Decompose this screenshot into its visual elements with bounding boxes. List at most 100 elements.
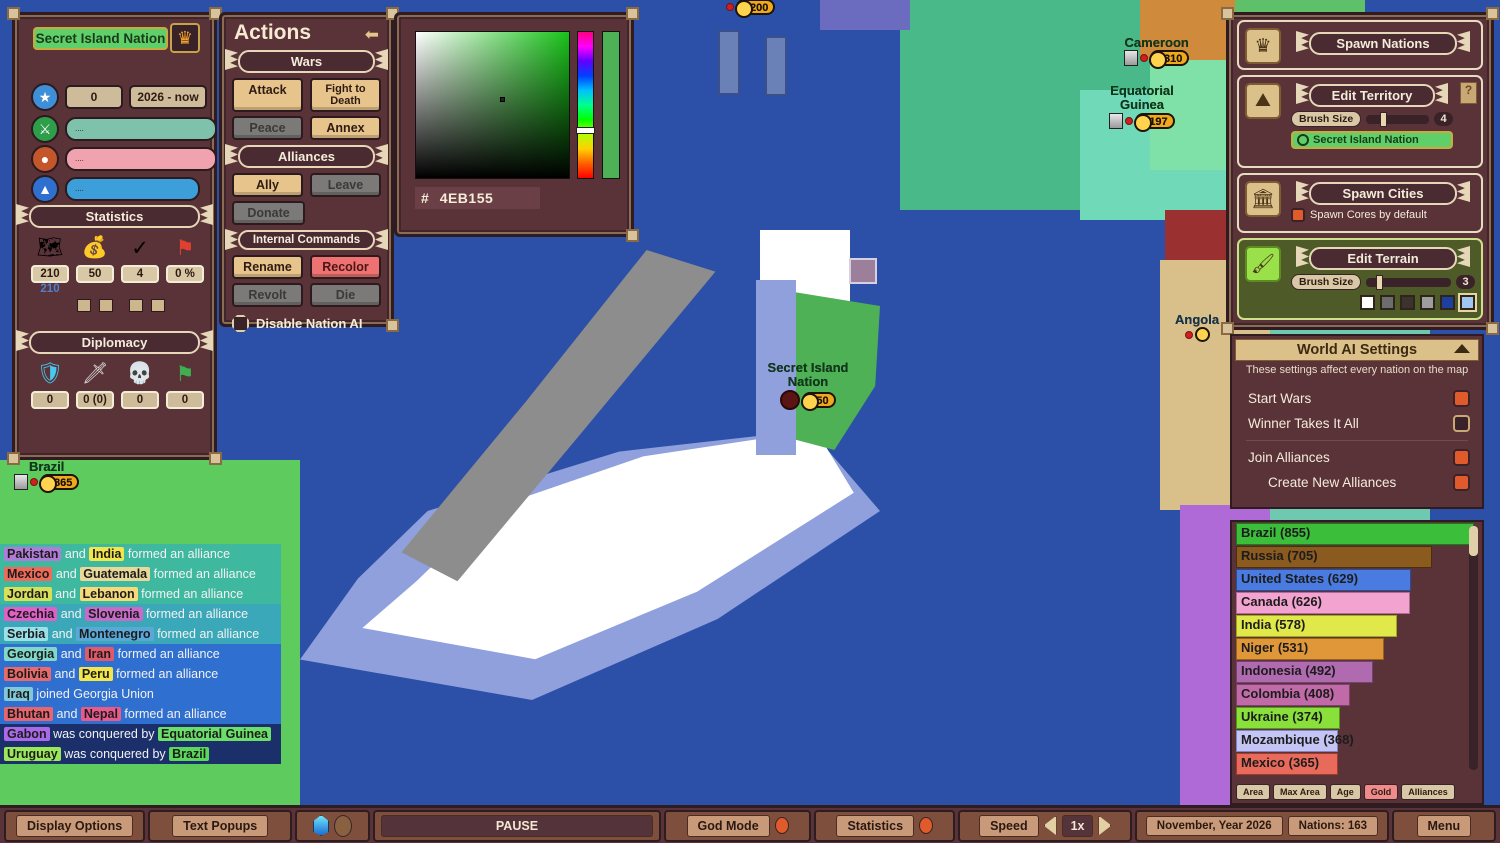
disable-nation-ai-toggle[interactable]: Disable Nation AI (232, 315, 381, 332)
world-ai-setting-row[interactable]: Start Wars (1232, 386, 1482, 411)
collapse-triangle-icon[interactable] (1454, 344, 1470, 353)
leaderboard-tab-gold[interactable]: Gold (1363, 784, 1399, 800)
gem-icon[interactable] (313, 815, 330, 836)
leaderboard-tab-max-area[interactable]: Max Area (1273, 784, 1327, 800)
stat-toggle-box[interactable] (77, 299, 91, 312)
tool-edit-terrain[interactable]: 🖌 Edit Terrain Brush Size 3 (1237, 238, 1483, 320)
leaderboard-row[interactable]: Mexico (365) (1236, 753, 1474, 775)
spawn-cores-toggle[interactable]: Spawn Cores by default (1291, 208, 1475, 222)
hue-slider[interactable] (577, 31, 594, 179)
menu-button[interactable]: Menu (1416, 814, 1472, 837)
arrow-right-icon[interactable] (1098, 815, 1112, 836)
leaderboard-row[interactable]: Russia (705) (1236, 546, 1474, 568)
collapse-arrow-icon[interactable]: ⬅ (365, 25, 379, 45)
checkbox-icon[interactable] (1291, 208, 1305, 222)
leaderboard-scrollbar[interactable] (1469, 526, 1478, 770)
octagon-checkbox-icon[interactable] (232, 315, 249, 332)
world-ai-setting-row[interactable]: Winner Takes It All (1232, 411, 1482, 436)
display-options-group[interactable]: Display Options (4, 809, 146, 842)
leave-button[interactable]: Leave (310, 173, 381, 197)
leaderboard-row[interactable]: United States (629) (1236, 569, 1474, 591)
text-popups-button[interactable]: Text Popups (172, 814, 269, 837)
leaderboard-row[interactable]: Brazil (855) (1236, 523, 1474, 545)
leaderboard-row[interactable]: Mozambique (368) (1236, 730, 1474, 752)
crown-icon[interactable]: ♛ (170, 23, 200, 53)
leaderboard-row[interactable]: Ukraine (374) (1236, 707, 1474, 729)
question-mark-icon[interactable]: ? (1460, 82, 1477, 104)
hue-slider-handle[interactable] (576, 127, 595, 134)
ally-button[interactable]: Ally (232, 173, 303, 197)
stat-toggle-box[interactable] (151, 299, 165, 312)
brush-size-slider[interactable] (1366, 274, 1451, 290)
menu-group[interactable]: Menu (1391, 809, 1497, 842)
speed-group[interactable]: Speed 1x (958, 809, 1133, 842)
arrow-left-icon[interactable] (1043, 815, 1057, 836)
statistics-button[interactable]: Statistics (836, 814, 915, 837)
donate-button[interactable]: Donate (232, 201, 305, 225)
leaderboard-rows[interactable]: Brazil (855) Russia (705) United States (6… (1232, 523, 1482, 775)
display-options-button[interactable]: Display Options (16, 814, 134, 837)
attack-button[interactable]: Attack (232, 78, 303, 112)
slider-knob[interactable] (1376, 274, 1384, 290)
leaderboard-tab-area[interactable]: Area (1236, 784, 1271, 800)
leaderboard-row[interactable]: Canada (626) (1236, 592, 1474, 614)
panel-corner (1221, 7, 1234, 20)
nation-name-field[interactable]: Secret Island Nation (33, 27, 168, 50)
toggle-icon[interactable] (1453, 449, 1470, 466)
terrain-swatch-row[interactable] (1291, 295, 1475, 310)
recolor-button[interactable]: Recolor (310, 255, 381, 279)
world-ai-setting-row[interactable]: Create New Alliances (1232, 470, 1482, 495)
text-popups-group[interactable]: Text Popups (148, 809, 293, 842)
orb-icon[interactable] (919, 817, 934, 834)
stat-toggle-box[interactable] (99, 299, 113, 312)
territory-brush-size-row[interactable]: Brush Size 4 (1291, 111, 1453, 127)
rename-button[interactable]: Rename (232, 255, 303, 279)
terrain-swatch[interactable] (1460, 295, 1475, 310)
brush-size-slider[interactable] (1366, 111, 1429, 127)
date-nations-group: November, Year 2026 Nations: 163 (1135, 809, 1389, 842)
god-mode-button[interactable]: God Mode (686, 814, 770, 837)
god-mode-group[interactable]: God Mode (664, 809, 812, 842)
terrain-brush-size-row[interactable]: Brush Size 3 (1291, 274, 1475, 290)
gem-orb-group[interactable] (295, 809, 370, 842)
terrain-swatch[interactable] (1440, 295, 1455, 310)
scrollbar-thumb[interactable] (1469, 526, 1478, 556)
world-ai-setting-row[interactable]: Join Alliances (1232, 445, 1482, 470)
tools-panel: ♛ Spawn Nations ⛰ ? Edit Territory Brush… (1221, 7, 1499, 335)
leaderboard-tabs[interactable]: Area Max Area Age Gold Alliances (1236, 784, 1455, 800)
terrain-swatch[interactable] (1400, 295, 1415, 310)
selected-nation-chip[interactable]: Secret Island Nation (1291, 131, 1453, 149)
revolt-button[interactable]: Revolt (232, 283, 303, 307)
pause-group[interactable]: PAUSE (372, 809, 662, 842)
toggle-icon[interactable] (1453, 474, 1470, 491)
statistics-group[interactable]: Statistics (814, 809, 956, 842)
toggle-icon[interactable] (1453, 415, 1470, 432)
terrain-swatch[interactable] (1360, 295, 1375, 310)
orb-icon[interactable] (334, 814, 353, 837)
tool-edit-territory[interactable]: ⛰ ? Edit Territory Brush Size 4 Secret I… (1237, 75, 1483, 168)
leaderboard-row[interactable]: Indonesia (492) (1236, 661, 1474, 683)
annex-button[interactable]: Annex (310, 116, 381, 140)
event-log-entry: Mexico and Guatemala formed an alliance (0, 564, 281, 584)
leaderboard-tab-alliances[interactable]: Alliances (1401, 784, 1455, 800)
hex-value-field[interactable]: # 4EB155 (415, 187, 540, 209)
saturation-value-field[interactable] (415, 31, 570, 179)
peace-button[interactable]: Peace (232, 116, 303, 140)
terrain-swatch[interactable] (1420, 295, 1435, 310)
pause-button[interactable]: PAUSE (380, 814, 654, 837)
leaderboard-row[interactable]: Niger (531) (1236, 638, 1474, 660)
leaderboard-tab-age[interactable]: Age (1329, 784, 1361, 800)
tool-spawn-nations[interactable]: ♛ Spawn Nations (1237, 20, 1483, 70)
orb-icon[interactable] (774, 817, 789, 834)
die-button[interactable]: Die (310, 283, 381, 307)
stat-toggle-box[interactable] (129, 299, 143, 312)
leaderboard-row[interactable]: Colombia (408) (1236, 684, 1474, 706)
terrain-swatch[interactable] (1380, 295, 1395, 310)
world-ai-header[interactable]: World AI Settings (1235, 339, 1479, 361)
slider-knob[interactable] (1380, 111, 1388, 127)
sv-cursor[interactable] (500, 97, 505, 102)
leaderboard-row[interactable]: India (578) (1236, 615, 1474, 637)
fight-to-death-button[interactable]: Fight to Death (310, 78, 381, 112)
toggle-icon[interactable] (1453, 390, 1470, 407)
tool-spawn-cities[interactable]: 🏛 Spawn Cities Spawn Cores by default (1237, 173, 1483, 233)
